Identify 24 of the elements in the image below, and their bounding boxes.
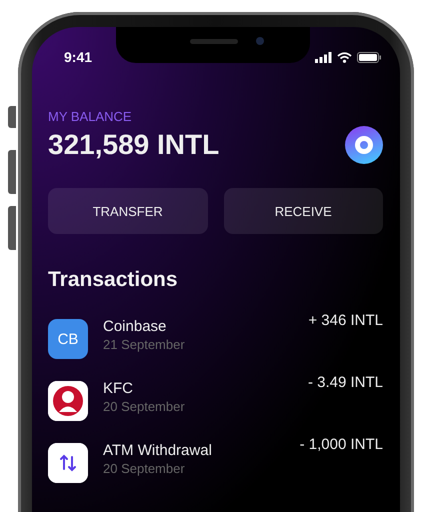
transaction-name: KFC xyxy=(103,380,134,397)
ring-logo-icon[interactable] xyxy=(345,126,383,164)
logo-badge: CB xyxy=(48,319,88,359)
transaction-date: 21 September xyxy=(103,337,186,352)
action-button[interactable]: RECEIVE xyxy=(224,188,383,234)
transaction-date: 20 September xyxy=(103,461,186,476)
battery-icon xyxy=(357,52,381,62)
wifi-icon xyxy=(337,52,352,62)
transactions-heading: Transactions xyxy=(48,268,179,292)
signal-icon xyxy=(315,52,332,62)
speaker-icon xyxy=(190,39,238,44)
action-button[interactable]: TRANSFER xyxy=(48,188,208,234)
camera-icon xyxy=(256,37,264,45)
transfer-arrows-icon xyxy=(48,443,88,483)
transaction-date: 20 September xyxy=(103,399,186,414)
transaction-name: ATM Withdrawal xyxy=(103,442,213,459)
transaction-amount: - 3.49 INTL xyxy=(308,374,383,391)
transaction-name: Coinbase xyxy=(103,318,168,335)
balance-label: MY BALANCE xyxy=(48,109,133,124)
status-time: 9:41 xyxy=(64,49,92,65)
logo-icon xyxy=(48,381,88,421)
balance-amount: 321,589 INTL xyxy=(48,129,220,161)
transaction-amount: - 1,000 INTL xyxy=(300,436,383,453)
transaction-amount: + 346 INTL xyxy=(308,312,383,329)
